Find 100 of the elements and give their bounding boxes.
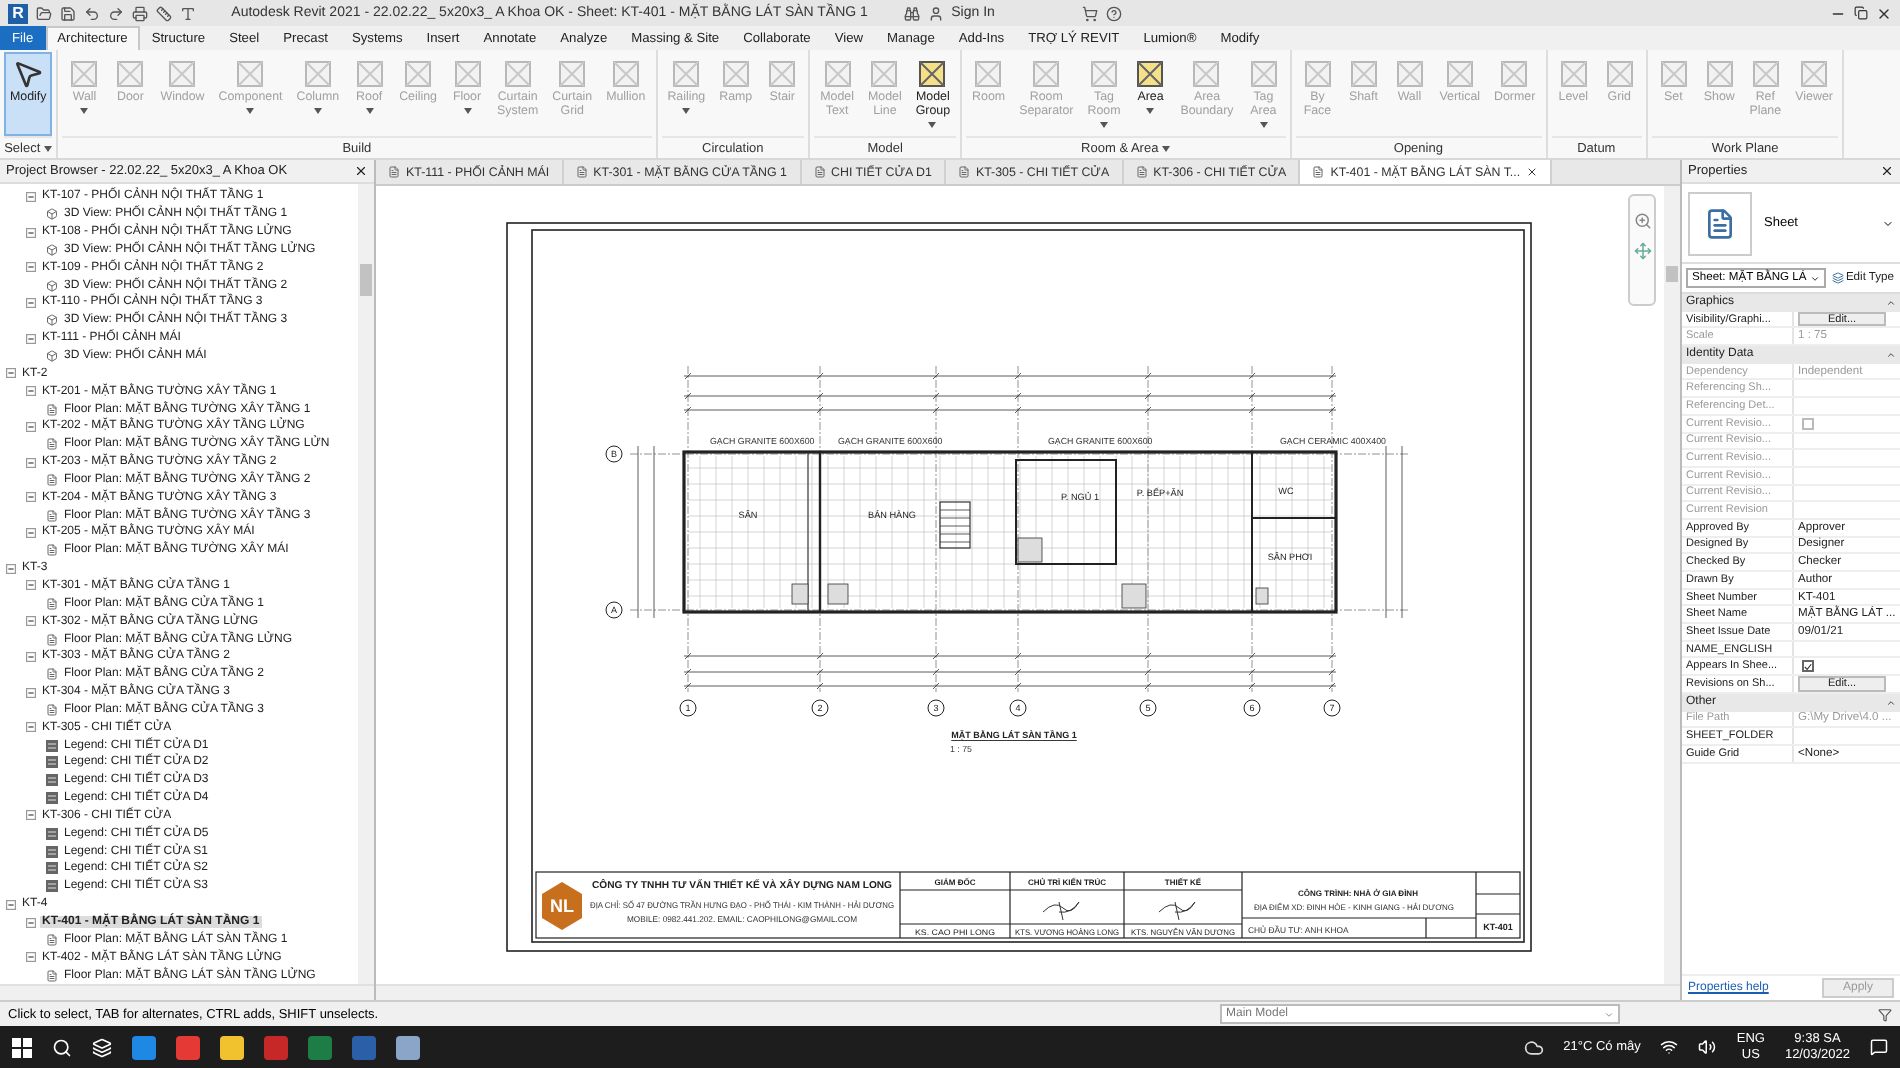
caret-icon [1146,107,1155,114]
restore-icon[interactable] [1854,6,1869,20]
legend-icon [46,792,58,805]
floor-plan-icon [46,438,58,451]
tool-icon [1557,58,1590,90]
collapse-toggle[interactable] [26,492,36,503]
undo-icon[interactable] [84,5,100,21]
collapse-icon[interactable] [1886,297,1896,308]
help-icon[interactable] [1106,5,1123,21]
collapse-toggle[interactable] [26,651,36,662]
close-icon[interactable] [354,164,368,178]
caret-icon [1259,121,1268,128]
collapse-toggle[interactable] [26,262,36,273]
caret-icon [682,107,691,114]
sheet-icon [388,166,400,178]
collapse-toggle[interactable] [26,687,36,698]
speaker-icon[interactable] [1698,1038,1717,1056]
cart-icon[interactable] [1082,5,1099,21]
tool-icon [301,58,334,90]
caret-icon [1162,145,1171,151]
folder-icon[interactable] [220,1035,244,1059]
sheet-icon [957,166,970,178]
3d-cube-icon [46,314,58,327]
collapse-toggle[interactable] [26,616,36,627]
collapse-toggle[interactable] [26,580,36,591]
3d-cube-icon [46,243,58,256]
filter-icon[interactable] [1878,1007,1892,1021]
tool-icon [1603,58,1636,90]
app-icon[interactable] [176,1035,200,1059]
company-logo: NL [542,882,582,930]
collapse-toggle[interactable] [26,297,36,308]
tool-icon [1657,58,1690,90]
sheet-icon [1312,166,1325,178]
collapse-toggle[interactable] [26,722,36,733]
close-icon[interactable] [1880,164,1894,178]
cursor-icon [12,58,45,90]
zoom-icon[interactable] [1633,212,1651,230]
tool-icon [68,58,101,90]
floor-plan-icon [46,403,58,416]
collapse-toggle[interactable] [6,899,16,910]
tool-icon [868,58,901,90]
collapse-icon[interactable] [1886,349,1896,360]
text-tool-icon[interactable] [180,5,196,21]
collapse-icon[interactable] [1886,697,1896,708]
collapse-toggle[interactable] [6,563,16,574]
tool-icon [166,58,199,90]
task-view-icon[interactable] [92,1037,112,1057]
caret-icon [80,107,89,114]
collapse-toggle[interactable] [26,810,36,821]
legend-icon [46,862,58,875]
collapse-toggle[interactable] [26,457,36,468]
dropdown-icon [1604,1009,1614,1019]
collapse-toggle[interactable] [26,527,36,538]
ruler-icon[interactable] [156,5,172,21]
floor-plan-icon [46,544,58,557]
floor-plan-icon [46,473,58,486]
dropdown-icon[interactable] [1882,217,1894,229]
tool-icon [609,58,642,90]
checkbox[interactable] [1802,660,1814,673]
tool-icon [501,58,534,90]
wifi-icon[interactable] [1660,1038,1679,1056]
notification-icon[interactable] [1870,1038,1888,1056]
sheet-icon [575,166,588,178]
collapse-toggle[interactable] [26,386,36,397]
cloud-icon [1523,1037,1544,1057]
scrollbar[interactable] [358,184,374,984]
app-icon[interactable] [308,1035,332,1059]
pan-icon[interactable] [1633,242,1651,260]
app-icon[interactable] [132,1035,156,1059]
collapse-toggle[interactable] [26,191,36,202]
tool-icon [1443,58,1476,90]
sheet-icon [813,166,826,178]
tool-icon [1301,58,1334,90]
close-icon[interactable] [1526,166,1539,178]
app-icon[interactable] [264,1035,288,1059]
binoculars-icon[interactable] [903,5,920,21]
app-icon[interactable] [396,1035,420,1059]
tool-icon [1190,58,1223,90]
floor-plan-icon [46,933,58,946]
collapse-toggle[interactable] [26,227,36,238]
open-folder-icon[interactable] [36,5,52,21]
search-icon[interactable] [52,1037,72,1057]
redo-icon[interactable] [108,5,124,21]
collapse-toggle[interactable] [6,368,16,379]
floor-plan-icon [46,633,58,646]
tool-icon [1087,58,1120,90]
legend-icon [46,880,58,893]
printer-icon[interactable] [132,5,148,21]
windows-logo-icon[interactable] [12,1037,32,1057]
caret-icon [246,107,255,114]
collapse-toggle[interactable] [26,333,36,344]
dropdown-icon [1809,273,1820,283]
close-icon[interactable] [1876,5,1893,21]
collapse-toggle[interactable] [26,952,36,963]
tool-icon [719,58,752,90]
collapse-toggle[interactable] [26,421,36,432]
scrollbar[interactable] [0,984,374,1000]
user-icon [927,5,944,21]
save-icon[interactable] [60,5,76,21]
collapse-toggle[interactable] [26,917,36,928]
